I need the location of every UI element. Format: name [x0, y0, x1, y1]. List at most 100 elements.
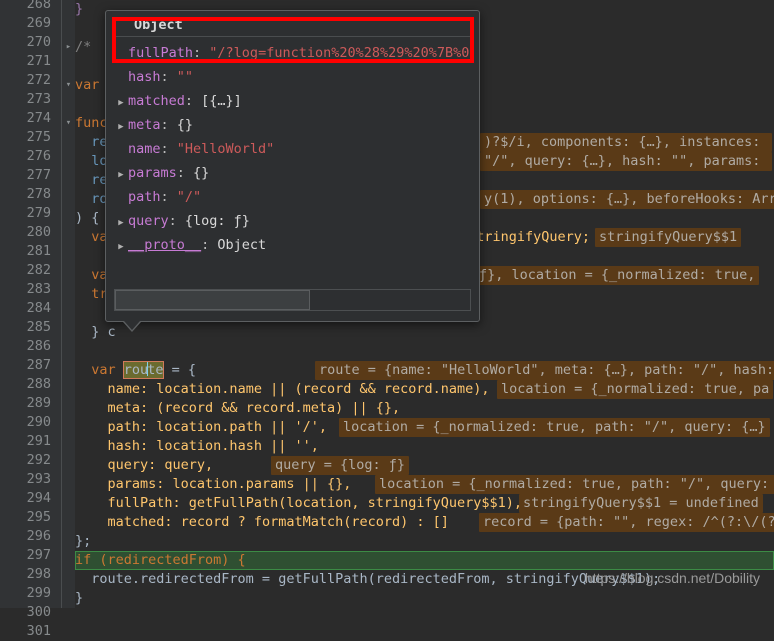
line-number: 292: [26, 452, 51, 468]
code-token: query: query,: [91, 457, 214, 473]
inline-debug-value: )?$/i, components: {…}, instances:: [480, 133, 773, 152]
property-name: matched: [128, 93, 185, 109]
fold-arrow-icon[interactable]: ▾: [64, 114, 73, 133]
line-number: 286: [26, 338, 51, 354]
tree-spacer: ▶: [114, 187, 128, 211]
code-token: = {: [163, 362, 196, 378]
code-line[interactable]: }: [75, 589, 774, 608]
popup-title: Object: [134, 17, 183, 33]
fold-arrow-icon[interactable]: ▾: [64, 76, 73, 95]
expand-triangle-icon[interactable]: ▶: [114, 163, 128, 187]
code-token: ) {: [75, 210, 100, 226]
code-line[interactable]: matched: record ? formatMatch(record) : …: [75, 513, 774, 532]
line-number: 285: [26, 319, 51, 335]
line-number: 299: [26, 585, 51, 601]
inline-debug-value: stringifyQuery$$1: [595, 228, 742, 247]
popup-filter-input[interactable]: [115, 290, 310, 310]
code-token: fullPath: getFullPath(location, stringif…: [91, 495, 523, 511]
code-line[interactable]: params: location.params || {}, location =…: [75, 475, 774, 494]
line-number: 268: [26, 0, 51, 12]
line-number: 274: [26, 110, 51, 126]
code-token: meta: (record && record.meta) || {},: [91, 400, 401, 416]
property-row[interactable]: ▶ params: {}: [106, 161, 478, 185]
code-token-comment: /*: [75, 39, 92, 55]
property-separator: :: [160, 189, 177, 205]
code-line[interactable]: meta: (record && record.meta) || {},: [75, 399, 774, 418]
editor-gutter: 268 269 270 271 272 273 274 275 276 277 278 279 280 2…: [0, 0, 62, 639]
inline-debug-value: y(1), options: {…}, beforeHooks: Arr: [480, 190, 774, 209]
line-number: 269: [26, 15, 51, 31]
line-number: 295: [26, 509, 51, 525]
expand-triangle-icon[interactable]: ▶: [114, 235, 128, 259]
line-number: 275: [26, 129, 51, 145]
code-token: path: location.path || '/',: [91, 419, 327, 435]
code-line[interactable]: name: location.name || (record && record…: [75, 380, 774, 399]
code-line[interactable]: [75, 342, 774, 361]
line-number: 284: [26, 300, 51, 316]
inline-debug-value: location = {_normalized: true, pa: [497, 380, 774, 399]
line-number: 276: [26, 148, 51, 164]
tree-spacer: ▶: [114, 67, 128, 91]
expand-triangle-icon[interactable]: ▶: [114, 91, 128, 115]
code-token: }: [75, 1, 84, 17]
line-number: 282: [26, 262, 51, 278]
inline-debug-value: location = {_normalized: true, path: "/"…: [375, 475, 774, 494]
popup-divider: [114, 36, 471, 37]
line-number: 283: [26, 281, 51, 297]
inline-debug-value: "/", query: {…}, hash: "", params:: [480, 152, 773, 171]
popup-filter-area[interactable]: [114, 289, 471, 311]
inline-debug-value: record = {path: "", regex: /^(?:\/(?=: [479, 513, 774, 532]
property-separator: :: [176, 165, 194, 181]
fold-strip[interactable]: ▸ ▾ ▾: [62, 0, 75, 608]
property-row[interactable]: ▶path: "/": [106, 185, 478, 209]
code-line-current[interactable]: if (redirectedFrom) {: [75, 551, 774, 570]
property-separator: :: [160, 69, 177, 85]
code-line[interactable]: } c: [75, 323, 774, 342]
watermark: https://blog.csdn.net/Dobility: [584, 570, 760, 586]
code-token: }: [75, 590, 84, 606]
code-line[interactable]: };: [75, 532, 774, 551]
line-number: 288: [26, 376, 51, 392]
property-row[interactable]: ▶fullPath: "/?log=function%20%28%29%20%7…: [106, 41, 478, 65]
expand-triangle-icon[interactable]: ▶: [114, 115, 128, 139]
code-line[interactable]: fullPath: getFullPath(location, stringif…: [75, 494, 774, 513]
property-separator: :: [201, 237, 218, 253]
line-number: 289: [26, 395, 51, 411]
selected-identifier[interactable]: route: [122, 361, 165, 379]
property-value: {}: [176, 117, 194, 133]
code-token-keyword: var: [75, 77, 100, 93]
property-value: {}: [193, 165, 210, 181]
line-number: 298: [26, 566, 51, 582]
code-line[interactable]: var route = {route = {name: "HelloWorld"…: [75, 361, 774, 380]
code-line[interactable]: path: location.path || '/', location = {_…: [75, 418, 774, 437]
property-name: fullPath: [128, 45, 194, 61]
expand-triangle-icon[interactable]: ▶: [114, 211, 128, 235]
property-row[interactable]: ▶ matched: [{…}]: [106, 89, 478, 113]
property-row[interactable]: ▶ meta: {}: [106, 113, 478, 137]
property-row[interactable]: ▶ __proto__: Object: [106, 233, 478, 257]
debugger-value-popup[interactable]: Object ▶fullPath: "/?log=function%20%28%…: [105, 10, 480, 322]
property-value: "HelloWorld": [176, 141, 275, 157]
property-row[interactable]: ▶name: "HelloWorld": [106, 137, 478, 161]
code-line[interactable]: query: query, query = {log: ƒ}: [75, 456, 774, 475]
object-property-tree[interactable]: ▶fullPath: "/?log=function%20%28%29%20%7…: [106, 39, 478, 279]
property-row[interactable]: ▶ query: {log: ƒ}: [106, 209, 478, 233]
inline-debug-value: ƒ}, location = {_normalized: true,: [475, 266, 760, 285]
fold-arrow-icon[interactable]: ▸: [64, 38, 73, 57]
property-name: params: [128, 165, 177, 181]
popup-pointer-arrow-fill: [124, 321, 140, 330]
property-separator: :: [168, 213, 185, 229]
identifier-text: route: [123, 362, 164, 378]
tree-spacer: ▶: [114, 43, 128, 67]
code-token: matched: record ? formatMatch(record) : …: [91, 514, 449, 530]
code-token: };: [75, 533, 92, 549]
code-token: hash: location.hash || '',: [91, 438, 319, 454]
line-number: 272: [26, 72, 51, 88]
code-token: if (redirectedFrom) {: [75, 552, 246, 568]
property-name: hash: [128, 69, 161, 85]
tree-spacer: ▶: [114, 139, 128, 163]
property-row[interactable]: ▶hash: "": [106, 65, 478, 89]
property-value: Object: [217, 237, 267, 253]
property-value: "/?log=function%20%28%29%20%7B%0: [209, 45, 470, 61]
code-line[interactable]: hash: location.hash || '',: [75, 437, 774, 456]
